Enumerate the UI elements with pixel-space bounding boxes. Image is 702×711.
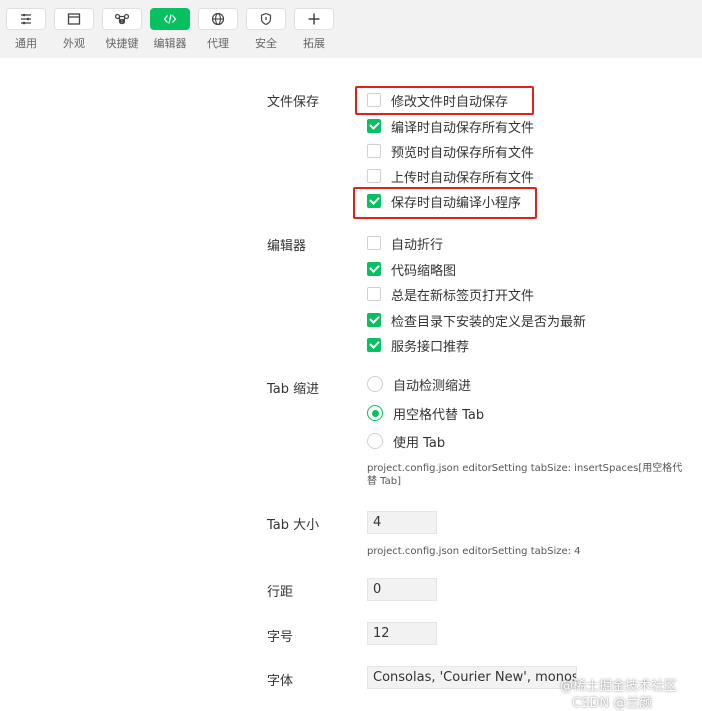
window-icon bbox=[54, 8, 94, 30]
tab-shortcuts-label: 快捷键 bbox=[105, 37, 139, 50]
tab-security-label: 安全 bbox=[255, 37, 277, 50]
spaces-instead-of-tab-radio[interactable] bbox=[367, 405, 383, 421]
save-on-compile-checkbox[interactable] bbox=[367, 119, 381, 133]
highlight-box-compile-on-save bbox=[353, 187, 537, 219]
editor-label: 编辑器 bbox=[267, 239, 307, 254]
tab-general[interactable]: 通用 bbox=[3, 8, 49, 54]
check-typings-text: 检查目录下安装的定义是否为最新 bbox=[391, 314, 587, 330]
tab-extensions-label: 拓展 bbox=[303, 37, 325, 50]
tab-size-label: Tab 大小 bbox=[267, 518, 320, 533]
save-on-upload-checkbox[interactable] bbox=[367, 169, 381, 183]
auto-detect-indent-radio[interactable] bbox=[367, 376, 383, 392]
font-size-label: 字号 bbox=[267, 630, 294, 645]
highlight-box-autosave bbox=[355, 86, 534, 115]
minimap-checkbox[interactable] bbox=[367, 262, 381, 276]
watermark-csdn: CSDN @兰颜 bbox=[572, 696, 653, 711]
api-recommend-option[interactable]: 服务接口推荐 bbox=[367, 336, 470, 355]
open-in-new-tab-text: 总是在新标签页打开文件 bbox=[391, 288, 535, 304]
save-on-upload-option[interactable]: 上传时自动保存所有文件 bbox=[367, 167, 535, 186]
word-wrap-text: 自动折行 bbox=[391, 237, 444, 253]
use-tab-option[interactable]: 使用 Tab bbox=[367, 432, 446, 451]
editor-settings-panel bbox=[0, 58, 702, 710]
use-tab-radio[interactable] bbox=[367, 433, 383, 449]
tab-shortcuts[interactable]: 快捷键 bbox=[99, 8, 145, 54]
settings-toolbar: 通用 外观 快捷键 编辑器 代理 安全 拓展 bbox=[0, 0, 702, 58]
api-recommend-text: 服务接口推荐 bbox=[391, 339, 470, 355]
minimap-option[interactable]: 代码缩略图 bbox=[367, 260, 457, 279]
save-on-compile-text: 编译时自动保存所有文件 bbox=[391, 120, 535, 136]
tab-proxy[interactable]: 代理 bbox=[195, 8, 241, 54]
tab-indent-label: Tab 缩进 bbox=[267, 382, 320, 397]
shield-icon bbox=[246, 8, 286, 30]
code-icon bbox=[150, 8, 190, 30]
tab-size-hint: project.config.json editorSetting tabSiz… bbox=[367, 546, 581, 557]
tab-extensions[interactable]: 拓展 bbox=[291, 8, 337, 54]
check-typings-option[interactable]: 检查目录下安装的定义是否为最新 bbox=[367, 311, 587, 330]
tab-editor[interactable]: 编辑器 bbox=[147, 8, 193, 54]
globe-icon bbox=[198, 8, 238, 30]
file-save-label: 文件保存 bbox=[267, 95, 320, 110]
line-height-input[interactable]: 0 bbox=[367, 578, 437, 601]
save-on-upload-text: 上传时自动保存所有文件 bbox=[391, 170, 535, 186]
command-key-icon bbox=[102, 8, 142, 30]
line-height-label: 行距 bbox=[267, 585, 294, 600]
font-family-label: 字体 bbox=[267, 674, 294, 689]
open-in-new-tab-option[interactable]: 总是在新标签页打开文件 bbox=[367, 285, 535, 304]
save-on-preview-option[interactable]: 预览时自动保存所有文件 bbox=[367, 142, 535, 161]
font-size-input[interactable]: 12 bbox=[367, 622, 437, 645]
word-wrap-option[interactable]: 自动折行 bbox=[367, 234, 444, 253]
spaces-instead-of-tab-option[interactable]: 用空格代替 Tab bbox=[367, 404, 485, 423]
tab-general-label: 通用 bbox=[15, 37, 37, 50]
save-on-preview-checkbox[interactable] bbox=[367, 144, 381, 158]
spaces-instead-of-tab-text: 用空格代替 Tab bbox=[393, 407, 485, 423]
api-recommend-checkbox[interactable] bbox=[367, 338, 381, 352]
auto-detect-indent-option[interactable]: 自动检测缩进 bbox=[367, 375, 472, 394]
font-family-input[interactable]: Consolas, 'Courier New', monospace bbox=[367, 666, 577, 689]
tab-appearance-label: 外观 bbox=[63, 37, 85, 50]
check-typings-checkbox[interactable] bbox=[367, 313, 381, 327]
save-on-compile-option[interactable]: 编译时自动保存所有文件 bbox=[367, 117, 535, 136]
tab-appearance[interactable]: 外观 bbox=[51, 8, 97, 54]
open-in-new-tab-checkbox[interactable] bbox=[367, 287, 381, 301]
use-tab-text: 使用 Tab bbox=[393, 435, 446, 451]
minimap-text: 代码缩略图 bbox=[391, 263, 457, 279]
word-wrap-checkbox[interactable] bbox=[367, 236, 381, 250]
tab-security[interactable]: 安全 bbox=[243, 8, 289, 54]
sliders-icon bbox=[6, 8, 46, 30]
tab-proxy-label: 代理 bbox=[207, 37, 229, 50]
tab-size-input[interactable]: 4 bbox=[367, 511, 437, 534]
save-on-preview-text: 预览时自动保存所有文件 bbox=[391, 145, 535, 161]
plus-icon bbox=[294, 8, 334, 30]
tab-editor-label: 编辑器 bbox=[153, 37, 187, 50]
auto-detect-indent-text: 自动检测缩进 bbox=[393, 378, 472, 394]
tab-indent-hint: project.config.json editorSetting tabSiz… bbox=[367, 463, 683, 487]
